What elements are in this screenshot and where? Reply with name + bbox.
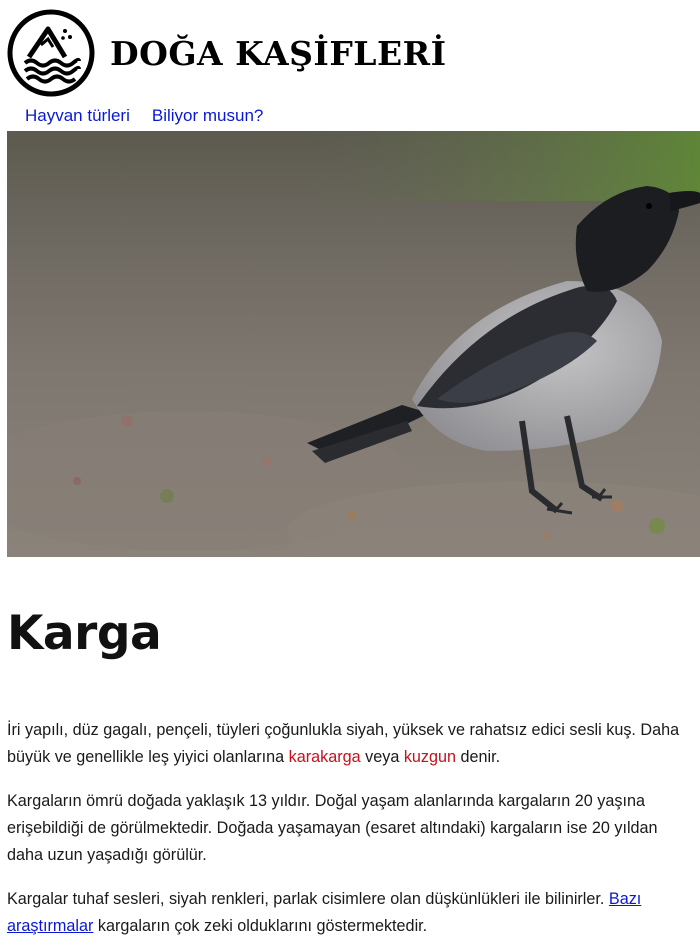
mountain-waves-logo-icon[interactable] xyxy=(7,9,95,97)
paragraph-intelligence: Kargalar tuhaf sesleri, siyah renkleri, … xyxy=(7,890,642,935)
site-title: DOĞA KAŞİFLERİ xyxy=(110,33,447,73)
paragraph-lifespan: Kargaların ömrü doğada yaklaşık 13 yıldı… xyxy=(7,792,658,864)
hooded-crow-photo xyxy=(7,131,700,557)
nav-link-animal-species[interactable]: Hayvan türleri xyxy=(25,106,130,126)
link-karakarga[interactable]: karakarga xyxy=(289,748,361,766)
article-content: İri yapılı, düz gagalı, pençeli, tüyleri… xyxy=(7,717,687,950)
nav-link-did-you-know[interactable]: Biliyor musun? xyxy=(152,106,264,126)
main-nav: Hayvan türleri Biliyor musun? xyxy=(25,106,263,126)
site-header: DOĞA KAŞİFLERİ xyxy=(7,8,700,98)
page-title: Karga xyxy=(7,606,162,661)
link-kuzgun[interactable]: kuzgun xyxy=(404,748,456,766)
paragraph-description: İri yapılı, düz gagalı, pençeli, tüyleri… xyxy=(7,721,680,766)
